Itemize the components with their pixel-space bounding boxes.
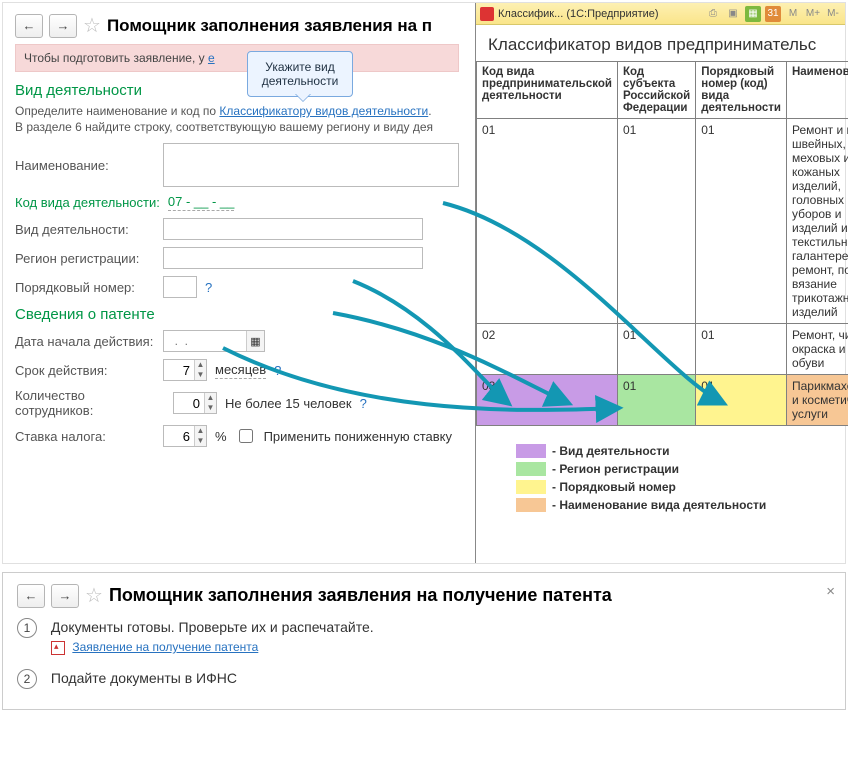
rate-input[interactable] — [164, 426, 194, 446]
label-code: Код вида деятельности: — [15, 195, 160, 210]
popup-window-title: Классифик... (1С:Предприятие) — [498, 8, 701, 20]
m-plus-icon[interactable]: M+ — [805, 6, 821, 22]
classifier-link[interactable]: Классификатору видов деятельности — [219, 104, 428, 118]
warning-banner: Чтобы подготовить заявление, у е — [15, 44, 459, 72]
tooltip-balloon: Укажите вид деятельности — [247, 51, 353, 97]
m-icon[interactable]: M — [785, 6, 801, 22]
region-input[interactable] — [163, 247, 423, 269]
swatch-purple-icon — [516, 444, 546, 458]
table-row[interactable]: 01 01 01 Ремонт и пошив швейных, меховых… — [477, 119, 848, 324]
label-serial: Порядковый номер: — [15, 280, 155, 295]
table-row[interactable]: 03 01 01 Парикмахерские и косметические … — [477, 375, 848, 426]
pdf-icon — [51, 641, 65, 655]
rate-up[interactable]: ▲ — [194, 426, 206, 436]
serial-input[interactable] — [163, 276, 197, 298]
calendar-orange-icon[interactable]: 31 — [765, 6, 781, 22]
m-minus-icon[interactable]: M- — [825, 6, 841, 22]
step-2-badge: 2 — [17, 669, 37, 689]
th-serial-code: Порядковый номер (код) вида деятельности — [696, 62, 787, 119]
term-help-icon[interactable]: ? — [274, 363, 281, 378]
app-1c-icon — [480, 7, 494, 21]
label-name: Наименование: — [15, 158, 155, 173]
employees-input[interactable] — [174, 393, 204, 413]
step-1-badge: 1 — [17, 618, 37, 638]
page-title: Помощник заполнения заявления на п — [107, 16, 432, 36]
emp-down[interactable]: ▼ — [204, 403, 216, 413]
close-button[interactable]: × — [826, 583, 835, 600]
start-date-input[interactable] — [164, 331, 246, 351]
legend: - Вид деятельности - Регион регистрации … — [476, 426, 845, 512]
term-input[interactable] — [164, 360, 194, 380]
favorite-star-icon-2[interactable]: ☆ — [85, 583, 103, 608]
label-term: Срок действия: — [15, 363, 155, 378]
th-name: Наименование — [786, 62, 848, 119]
label-start-date: Дата начала действия: — [15, 334, 155, 349]
name-input[interactable] — [163, 143, 459, 187]
th-activity-code: Код вида предпринимательской деятельност… — [477, 62, 618, 119]
step-2-text: Подайте документы в ИФНС — [51, 670, 237, 686]
th-region-code: Код субъекта Российской Федерации — [617, 62, 695, 119]
employees-help-icon[interactable]: ? — [360, 396, 367, 411]
favorite-star-icon[interactable]: ☆ — [83, 13, 101, 38]
warn-link[interactable]: е — [208, 51, 215, 65]
nav-fwd-button[interactable]: → — [49, 14, 77, 38]
activity-hint: Определите наименование и код по Классиф… — [15, 103, 459, 135]
nav-back-button[interactable]: ← — [15, 14, 43, 38]
save-icon[interactable]: ▣ — [725, 6, 741, 22]
nav-back-button-2[interactable]: ← — [17, 584, 45, 608]
nav-fwd-button-2[interactable]: → — [51, 584, 79, 608]
term-up[interactable]: ▲ — [194, 360, 206, 370]
rate-down[interactable]: ▼ — [194, 436, 206, 446]
emp-up[interactable]: ▲ — [204, 393, 216, 403]
label-region: Регион регистрации: — [15, 251, 155, 266]
serial-help-icon[interactable]: ? — [205, 280, 212, 295]
employees-note: Не более 15 человек — [225, 396, 352, 411]
swatch-yellow-icon — [516, 480, 546, 494]
label-employees: Количество сотрудников: — [15, 388, 165, 418]
percent-sign: % — [215, 429, 227, 444]
popup-heading: Классификатор видов предпринимательс — [476, 25, 845, 61]
reduced-rate-checkbox[interactable] — [239, 429, 253, 443]
calendar-green-icon[interactable]: ▦ — [745, 6, 761, 22]
section-patent-header: Сведения о патенте — [15, 306, 459, 323]
classifier-table: Код вида предпринимательской деятельност… — [476, 61, 848, 426]
label-activity: Вид деятельности: — [15, 222, 155, 237]
label-rate: Ставка налога: — [15, 429, 155, 444]
step-1-text: Документы готовы. Проверьте их и распеча… — [51, 619, 374, 635]
print-icon[interactable]: ⎙ — [705, 6, 721, 22]
term-unit[interactable]: месяцев — [215, 362, 266, 379]
reduced-rate-label: Применить пониженную ставку — [264, 429, 452, 444]
classifier-popup: Классифик... (1С:Предприятие) ⎙ ▣ ▦ 31 M… — [475, 3, 845, 563]
swatch-orange-icon — [516, 498, 546, 512]
section-activity-header: Вид деятельности — [15, 82, 459, 99]
calendar-icon[interactable]: ▦ — [246, 331, 264, 351]
swatch-green-icon — [516, 462, 546, 476]
term-down[interactable]: ▼ — [194, 370, 206, 380]
table-row[interactable]: 02 01 01 Ремонт, чистка, окраска и пошив… — [477, 324, 848, 375]
activity-input[interactable] — [163, 218, 423, 240]
code-value[interactable]: 07 - __ - __ — [168, 194, 235, 211]
patent-application-link[interactable]: Заявление на получение патента — [72, 640, 258, 654]
page-title-2: Помощник заполнения заявления на получен… — [109, 585, 612, 606]
